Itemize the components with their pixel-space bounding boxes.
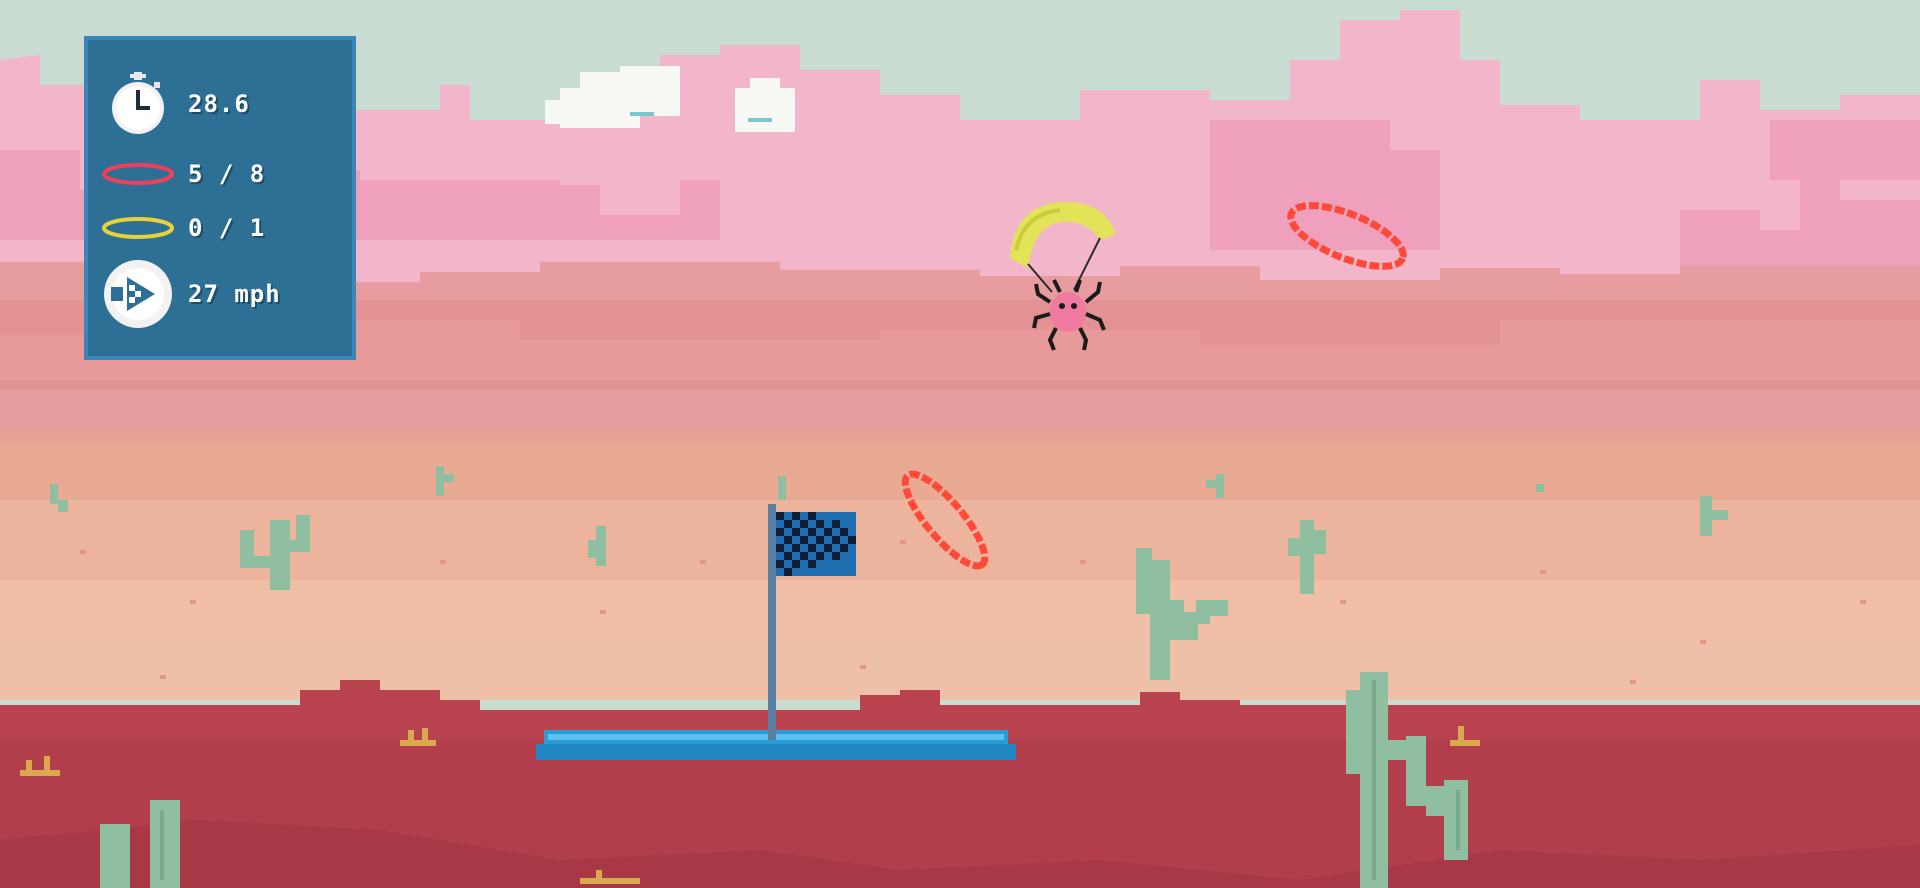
hud-speed-row: 27 mph — [88, 260, 352, 328]
game-scene: 28.6 5 / 8 0 / 1 27 mph — [0, 0, 1920, 888]
speed-value: 27 mph — [188, 280, 281, 308]
red-ring-upper — [1287, 202, 1407, 270]
hud-timer-row: 28.6 — [88, 72, 352, 136]
timer-value: 28.6 — [188, 90, 250, 118]
stopwatch-icon — [88, 72, 188, 136]
speed-gauge-icon — [88, 257, 188, 331]
red-ring-lower — [901, 470, 989, 570]
gold-rings-count: 0 / 1 — [188, 214, 266, 242]
parachuting-bug-player — [1010, 201, 1116, 351]
checkered-finish-flag-icon — [768, 504, 856, 740]
gold-ring-icon — [88, 213, 188, 243]
red-rings-count: 5 / 8 — [188, 160, 266, 188]
red-ring-icon — [88, 159, 188, 189]
hud-panel: 28.6 5 / 8 0 / 1 27 mph — [84, 36, 356, 360]
hud-red-rings-row: 5 / 8 — [88, 144, 352, 204]
hud-gold-rings-row: 0 / 1 — [88, 198, 352, 258]
